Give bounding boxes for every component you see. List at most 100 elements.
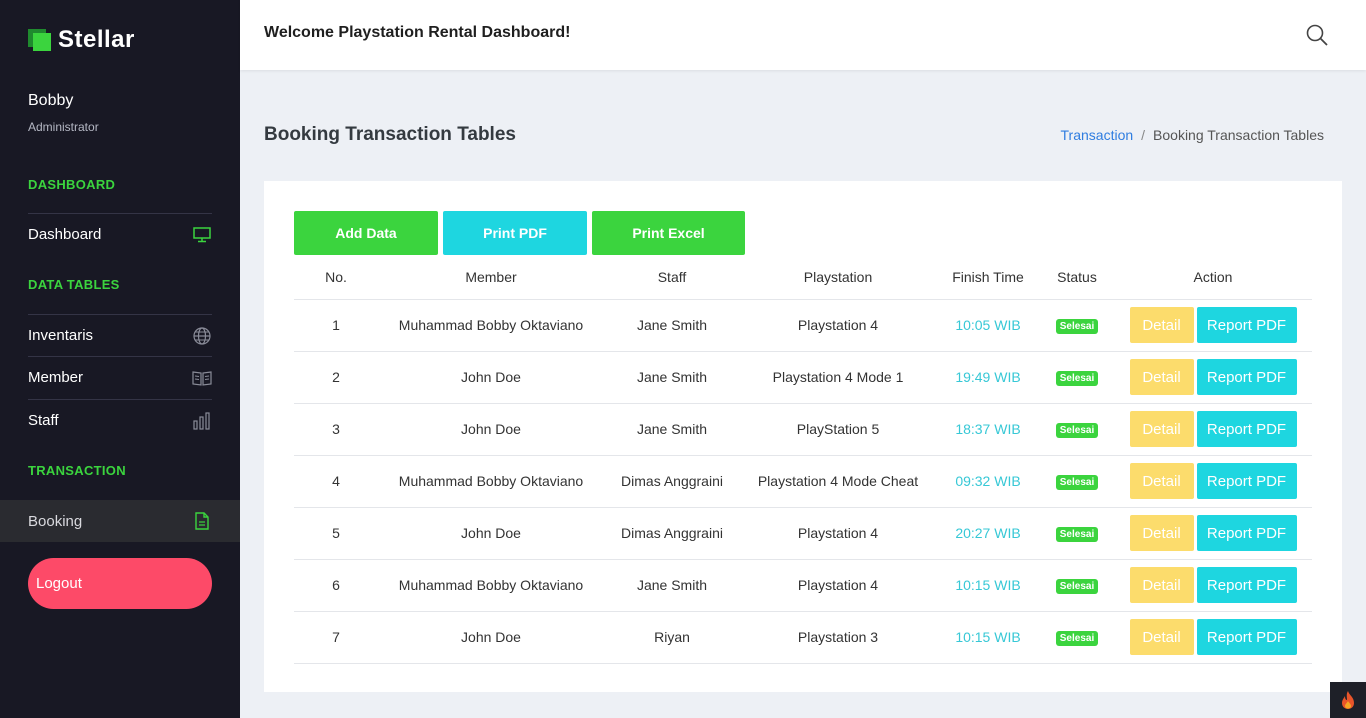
sidebar-item-member[interactable]: Member [28, 356, 212, 398]
column-header-no: No. [294, 255, 378, 300]
detail-button[interactable]: Detail [1129, 515, 1194, 551]
row-actions: Detail Report PDF [1114, 307, 1312, 343]
cell-member: John Doe [378, 611, 604, 664]
monitor-icon [192, 225, 212, 245]
row-actions: Detail Report PDF [1114, 463, 1312, 499]
status-badge: Selesai [1055, 527, 1099, 542]
sidebar-item-label: Member [28, 369, 84, 386]
cell-member: Muhammad Bobby Oktaviano [378, 455, 604, 508]
file-icon [192, 511, 212, 531]
sidebar-item-staff[interactable]: Staff [28, 399, 212, 441]
row-actions: Detail Report PDF [1114, 411, 1312, 447]
table-row: 5 John Doe Dimas Anggraini Playstation 4 20:… [294, 507, 1312, 560]
cell-action: Detail Report PDF [1114, 299, 1312, 352]
flame-icon[interactable] [1330, 682, 1366, 718]
report-pdf-button[interactable]: Report PDF [1196, 619, 1297, 655]
report-pdf-button[interactable]: Report PDF [1196, 567, 1297, 603]
cell-finish-time: 19:49 WIB [936, 351, 1040, 404]
cell-action: Detail Report PDF [1114, 351, 1312, 404]
cell-no: 5 [294, 507, 378, 560]
sidebar-item-booking[interactable]: Booking [0, 500, 240, 542]
report-pdf-button[interactable]: Report PDF [1196, 515, 1297, 551]
table-row: 1 Muhammad Bobby Oktaviano Jane Smith Plays… [294, 299, 1312, 352]
cell-status: Selesai [1040, 507, 1114, 560]
report-pdf-button[interactable]: Report PDF [1196, 463, 1297, 499]
sidebar-item-dashboard[interactable]: Dashboard [28, 213, 212, 255]
cell-no: 4 [294, 455, 378, 508]
cell-playstation: Playstation 4 [740, 507, 936, 560]
bar-chart-icon [192, 411, 212, 431]
user-name: Bobby [28, 92, 74, 109]
status-badge: Selesai [1055, 631, 1099, 646]
welcome-message: Welcome Playstation Rental Dashboard! [264, 24, 571, 41]
brand-logo[interactable]: Stellar [28, 26, 135, 54]
cell-staff: Dimas Anggraini [604, 507, 740, 560]
detail-button[interactable]: Detail [1129, 359, 1194, 395]
detail-button[interactable]: Detail [1129, 463, 1194, 499]
section-title-data-tables: DATA TABLES [28, 277, 120, 292]
cell-staff: Riyan [604, 611, 740, 664]
cell-no: 3 [294, 403, 378, 456]
column-header-finish-time: Finish Time [936, 255, 1040, 300]
cell-status: Selesai [1040, 299, 1114, 352]
cell-staff: Jane Smith [604, 351, 740, 404]
top-header: Welcome Playstation Rental Dashboard! [240, 0, 1366, 70]
search-icon[interactable] [1306, 24, 1330, 48]
brand-logo-icon [28, 29, 52, 51]
detail-button[interactable]: Detail [1129, 411, 1194, 447]
cell-playstation: PlayStation 5 [740, 403, 936, 456]
row-actions: Detail Report PDF [1114, 567, 1312, 603]
breadcrumb-current: Booking Transaction Tables [1153, 127, 1324, 143]
print-excel-button[interactable]: Print Excel [592, 211, 745, 255]
report-pdf-button[interactable]: Report PDF [1196, 411, 1297, 447]
cell-action: Detail Report PDF [1114, 455, 1312, 508]
brand-name: Stellar [58, 26, 135, 53]
table-row: 6 Muhammad Bobby Oktaviano Jane Smith Plays… [294, 559, 1312, 612]
cell-status: Selesai [1040, 351, 1114, 404]
globe-icon [192, 326, 212, 346]
cell-action: Detail Report PDF [1114, 559, 1312, 612]
report-pdf-button[interactable]: Report PDF [1196, 307, 1297, 343]
cell-status: Selesai [1040, 455, 1114, 508]
add-data-button[interactable]: Add Data [294, 211, 438, 255]
cell-finish-time: 10:15 WIB [936, 559, 1040, 612]
cell-finish-time: 09:32 WIB [936, 455, 1040, 508]
cell-staff: Jane Smith [604, 403, 740, 456]
cell-staff: Dimas Anggraini [604, 455, 740, 508]
cell-member: John Doe [378, 403, 604, 456]
column-header-member: Member [378, 255, 604, 300]
status-badge: Selesai [1055, 371, 1099, 386]
cell-finish-time: 18:37 WIB [936, 403, 1040, 456]
detail-button[interactable]: Detail [1129, 307, 1194, 343]
sidebar: Stellar Bobby Administrator DASHBOARD Da… [0, 0, 240, 718]
cell-playstation: Playstation 4 [740, 559, 936, 612]
report-pdf-button[interactable]: Report PDF [1196, 359, 1297, 395]
logout-button[interactable]: Logout [28, 558, 212, 609]
detail-button[interactable]: Detail [1129, 619, 1194, 655]
column-header-staff: Staff [604, 255, 740, 300]
cell-playstation: Playstation 3 [740, 611, 936, 664]
booking-table: No. Member Staff Playstation Finish Time… [294, 255, 1312, 664]
cell-member: Muhammad Bobby Oktaviano [378, 559, 604, 612]
user-role: Administrator [28, 120, 99, 134]
sidebar-item-label: Booking [28, 512, 83, 530]
cell-staff: Jane Smith [604, 559, 740, 612]
sidebar-item-inventaris[interactable]: Inventaris [28, 314, 212, 356]
print-pdf-button[interactable]: Print PDF [443, 211, 587, 255]
cell-status: Selesai [1040, 611, 1114, 664]
detail-button[interactable]: Detail [1129, 567, 1194, 603]
cell-action: Detail Report PDF [1114, 403, 1312, 456]
sidebar-item-label: Staff [28, 412, 59, 429]
status-badge: Selesai [1055, 319, 1099, 334]
cell-finish-time: 10:15 WIB [936, 611, 1040, 664]
cell-no: 2 [294, 351, 378, 404]
cell-playstation: Playstation 4 [740, 299, 936, 352]
row-actions: Detail Report PDF [1114, 619, 1312, 655]
cell-status: Selesai [1040, 559, 1114, 612]
cell-member: Muhammad Bobby Oktaviano [378, 299, 604, 352]
cell-finish-time: 10:05 WIB [936, 299, 1040, 352]
book-icon [192, 368, 212, 388]
row-actions: Detail Report PDF [1114, 515, 1312, 551]
breadcrumb-link-transaction[interactable]: Transaction [1061, 127, 1134, 143]
cell-member: John Doe [378, 507, 604, 560]
